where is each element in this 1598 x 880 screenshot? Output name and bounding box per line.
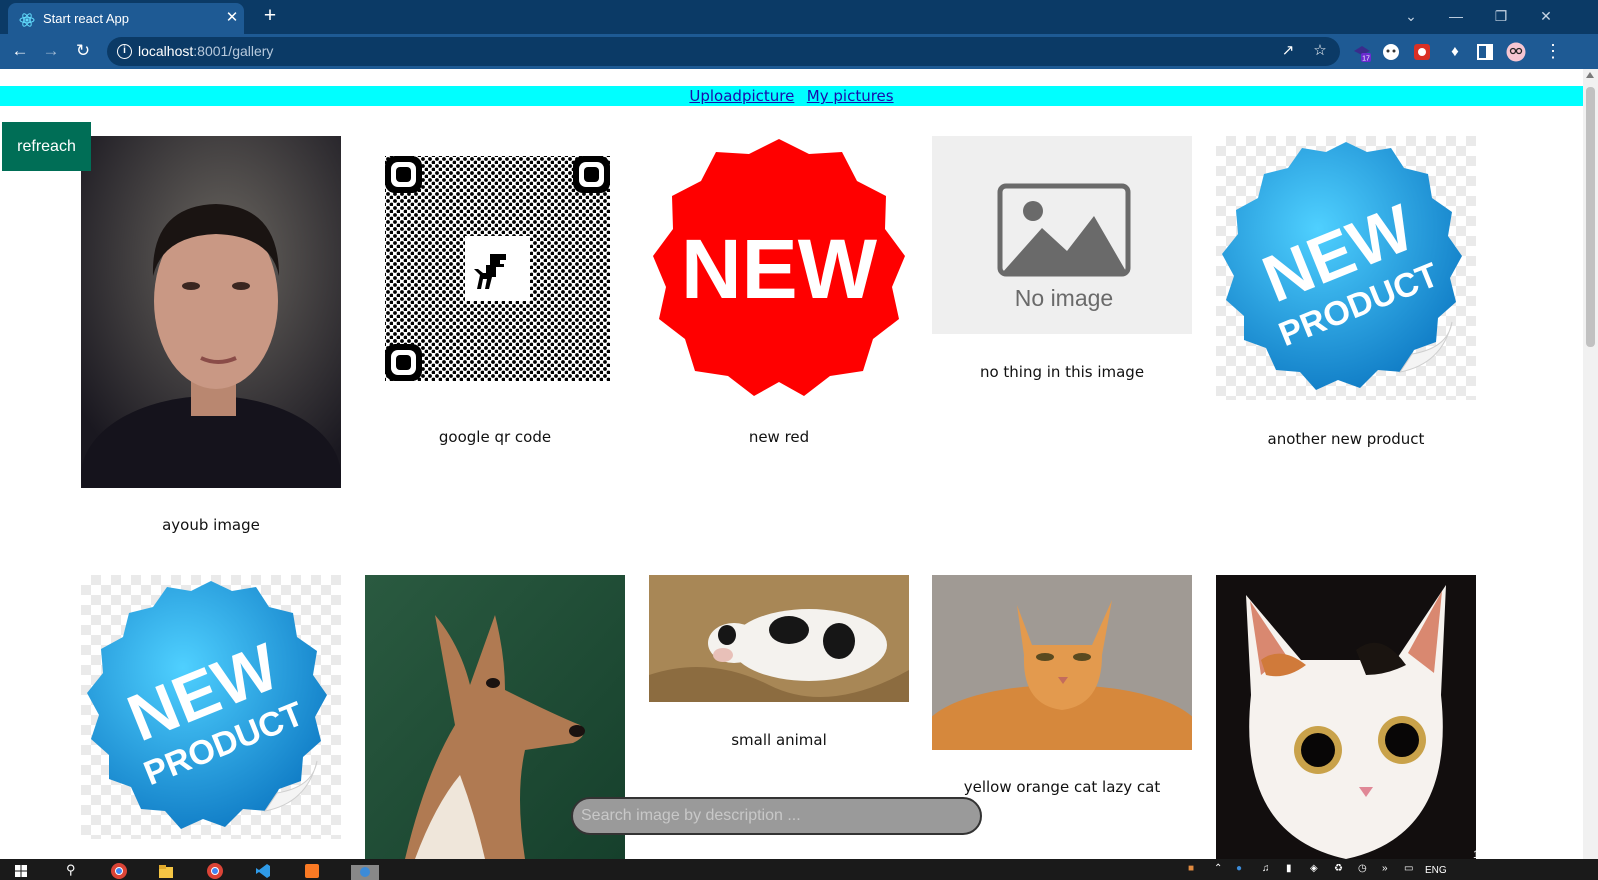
- vscode-icon[interactable]: [254, 862, 272, 880]
- browser-menu-icon[interactable]: ⋮: [1541, 39, 1565, 63]
- new-red-badge: NEW: [653, 139, 905, 396]
- tab-title: Start react App: [43, 11, 129, 26]
- photo-new-product-2[interactable]: NEW PRODUCT: [81, 575, 341, 839]
- new-product-sticker: NEW PRODUCT: [87, 581, 327, 829]
- url-path: :8001/gallery: [193, 43, 274, 59]
- tray-volume-icon[interactable]: ♫: [1262, 863, 1270, 874]
- restore-button[interactable]: ❐: [1486, 4, 1516, 28]
- tray-arrows-icon[interactable]: »: [1382, 863, 1388, 874]
- site-info-icon[interactable]: i: [117, 44, 132, 59]
- top-navbar: Uploadpicture My pictures: [0, 86, 1583, 106]
- image-caption: google qr code: [438, 428, 552, 446]
- file-explorer-icon[interactable]: [157, 862, 175, 880]
- tray-display-icon[interactable]: ▭: [1404, 863, 1413, 874]
- qr-finder-top-left: [385, 156, 422, 193]
- profile-avatar[interactable]: [1506, 42, 1526, 62]
- minimize-button[interactable]: —: [1441, 4, 1471, 28]
- qr-code-image: [385, 156, 610, 381]
- kitten-image: [1216, 575, 1476, 859]
- image-caption: new red: [748, 428, 810, 446]
- scroll-thumb[interactable]: [1586, 87, 1595, 347]
- windows-taskbar: ⚲ ■ ⌃ ● ♫ ▮ ◈ ♻ ◷ » ▭ ENG 10:04: [0, 849, 1598, 880]
- gallery-page: Uploadpicture My pictures ayoub image go…: [0, 69, 1598, 859]
- browser-titlebar: Start react App ✕ + ⌄ — ❐ ✕: [0, 0, 1598, 34]
- forward-icon[interactable]: →: [39, 39, 63, 63]
- tab-search-icon[interactable]: ⌄: [1396, 4, 1426, 28]
- image-caption: ayoub image: [162, 516, 260, 534]
- taskbar-search-icon[interactable]: ⚲: [66, 862, 76, 878]
- new-product-sticker: NEW PRODUCT: [1222, 142, 1462, 390]
- calf-image: [649, 575, 909, 702]
- extension-face-icon[interactable]: [1381, 42, 1401, 62]
- tray-sync-icon[interactable]: ♻: [1334, 863, 1343, 874]
- photo-calf[interactable]: [649, 575, 909, 702]
- close-window-button[interactable]: ✕: [1531, 4, 1561, 28]
- no-image-text: No image: [1015, 285, 1113, 311]
- image-caption: another new product: [1267, 430, 1425, 448]
- image-caption: no thing in this image: [979, 363, 1145, 381]
- scroll-up-icon[interactable]: [1586, 72, 1594, 78]
- search-input[interactable]: [571, 797, 982, 835]
- extensions-puzzle-icon[interactable]: ♦: [1443, 40, 1467, 64]
- side-panel-icon[interactable]: [1475, 42, 1495, 62]
- new-tab-button[interactable]: +: [258, 5, 282, 29]
- chrome-icon[interactable]: [110, 862, 128, 880]
- browser-toolbar: ← → ↻ i localhost:8001/gallery ↗ ☆ 17 ♦ …: [0, 34, 1598, 69]
- react-icon: [19, 13, 35, 27]
- app-window-icon[interactable]: [350, 862, 380, 880]
- photo-orange-cat[interactable]: [932, 575, 1192, 750]
- new-badge-text: NEW: [681, 222, 878, 316]
- url-text: localhost:8001/gallery: [138, 43, 273, 59]
- qr-finder-top-right: [573, 156, 610, 193]
- upload-picture-link[interactable]: Uploadpicture: [689, 87, 794, 105]
- extension-red-icon[interactable]: [1412, 42, 1432, 62]
- my-pictures-link[interactable]: My pictures: [807, 87, 894, 105]
- page-scrollbar[interactable]: [1583, 69, 1598, 859]
- bookmark-star-icon[interactable]: ☆: [1310, 41, 1330, 61]
- address-bar[interactable]: i localhost:8001/gallery ↗ ☆: [107, 37, 1340, 66]
- portrait-image: [81, 136, 341, 488]
- chrome-icon-2[interactable]: [206, 862, 224, 880]
- reload-icon[interactable]: ↻: [71, 39, 95, 63]
- photo-kitten[interactable]: [1216, 575, 1476, 859]
- xampp-icon[interactable]: [303, 862, 321, 880]
- browser-tab[interactable]: Start react App ✕: [8, 3, 244, 34]
- share-icon[interactable]: ↗: [1278, 41, 1298, 61]
- image-caption: yellow orange cat lazy cat: [963, 778, 1161, 796]
- image-caption: small animal: [731, 731, 827, 749]
- photo-portrait[interactable]: [81, 136, 341, 488]
- photo-no-image[interactable]: No image: [932, 136, 1192, 334]
- photo-qr-code[interactable]: [365, 136, 625, 398]
- tray-wifi-icon[interactable]: ◈: [1310, 863, 1318, 874]
- tab-close-icon[interactable]: ✕: [222, 8, 242, 28]
- extension-hat-icon[interactable]: 17: [1352, 42, 1372, 62]
- tray-chevron-icon[interactable]: ⌃: [1214, 863, 1222, 874]
- photo-new-product[interactable]: NEW PRODUCT: [1216, 136, 1476, 400]
- windows-start-icon[interactable]: [12, 862, 30, 880]
- tray-network-icon[interactable]: ●: [1236, 863, 1242, 874]
- language-indicator[interactable]: ENG: [1425, 865, 1447, 876]
- qr-finder-bottom-left: [385, 344, 422, 381]
- no-image-placeholder-icon: No image: [997, 183, 1131, 311]
- tray-clock-icon[interactable]: ◷: [1358, 863, 1367, 874]
- tray-battery-icon[interactable]: ▮: [1286, 863, 1292, 874]
- extension-badge-text: 17: [1362, 56, 1370, 63]
- tray-app-icon[interactable]: ■: [1188, 863, 1194, 874]
- taskbar-clock[interactable]: 10:04: [1473, 849, 1501, 861]
- url-host: localhost: [138, 43, 194, 59]
- refresh-button[interactable]: refreach: [2, 122, 91, 171]
- back-icon[interactable]: ←: [8, 39, 32, 63]
- orange-cat-image: [932, 575, 1192, 750]
- photo-new-red[interactable]: NEW: [649, 136, 909, 398]
